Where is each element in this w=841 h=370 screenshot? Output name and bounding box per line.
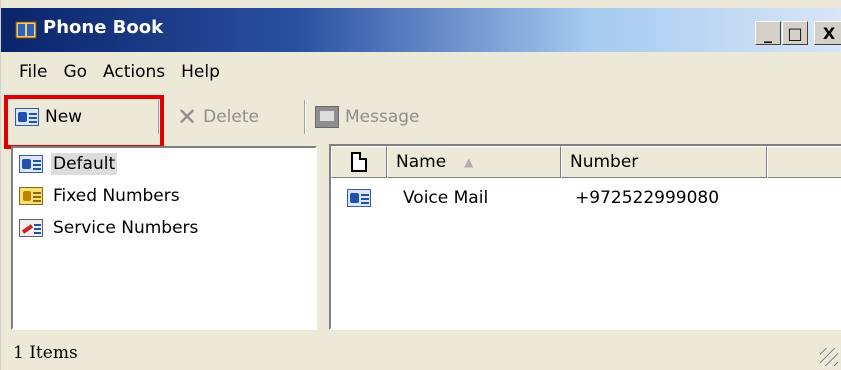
row-number: +972522999080 <box>575 188 720 208</box>
delete-button-label: Delete <box>203 107 259 127</box>
message-button-label: Message <box>345 107 420 127</box>
status-text: 1 Items <box>13 343 78 363</box>
folder-item-service-numbers[interactable]: Service Numbers <box>13 212 315 244</box>
lock-card-icon <box>19 187 43 205</box>
status-bar: 1 Items <box>1 336 841 370</box>
resize-grip-icon[interactable] <box>820 348 838 366</box>
minimize-button[interactable]: _ <box>755 21 781 45</box>
menu-go[interactable]: Go <box>57 60 93 84</box>
window-title: Phone Book <box>43 17 164 38</box>
folder-item-fixed-numbers[interactable]: Fixed Numbers <box>13 180 315 212</box>
close-icon: X <box>822 23 836 43</box>
contact-card-icon <box>19 155 43 173</box>
delete-x-icon: ✕ <box>177 103 198 131</box>
column-name-label: Name <box>396 152 447 172</box>
phonebook-icon <box>15 19 37 41</box>
column-header-icon[interactable] <box>331 146 387 178</box>
title-bar[interactable]: Phone Book _ □ X <box>1 8 841 52</box>
folder-label: Default <box>51 153 118 175</box>
menu-help[interactable]: Help <box>175 60 226 84</box>
phone-book-window: Phone Book _ □ X File Go Actions Help Ne… <box>0 0 841 370</box>
toolbar-separator <box>304 100 306 134</box>
close-button[interactable]: X <box>814 21 841 45</box>
new-button-highlight <box>4 95 164 149</box>
message-icon <box>315 106 339 128</box>
service-card-icon <box>19 219 43 237</box>
sort-ascending-icon: ▲ <box>464 155 474 169</box>
folder-label: Service Numbers <box>53 218 199 238</box>
column-header-filler <box>767 146 841 178</box>
contacts-list[interactable]: Name ▲ Number Voice Mail +972522999080 <box>329 144 841 330</box>
table-row[interactable]: Voice Mail +972522999080 <box>331 182 841 214</box>
column-header-number[interactable]: Number <box>561 146 767 178</box>
maximize-button[interactable]: □ <box>782 21 808 45</box>
column-number-label: Number <box>570 152 639 172</box>
maximize-icon: □ <box>787 23 803 43</box>
message-button[interactable]: Message <box>315 100 420 134</box>
document-icon <box>351 152 367 172</box>
contact-card-icon <box>347 189 371 207</box>
row-name: Voice Mail <box>403 188 489 208</box>
folder-label: Fixed Numbers <box>53 186 180 206</box>
minimize-icon: _ <box>764 23 772 43</box>
menu-file[interactable]: File <box>13 60 53 84</box>
menu-actions[interactable]: Actions <box>97 60 171 84</box>
column-header-name[interactable]: Name ▲ <box>387 146 561 178</box>
row-icon-cell <box>331 189 387 207</box>
folder-item-default[interactable]: Default <box>13 148 315 180</box>
delete-button[interactable]: ✕ Delete <box>177 100 259 134</box>
menu-bar: File Go Actions Help <box>1 54 226 90</box>
folder-tree[interactable]: Default Fixed Numbers Service Numbers <box>11 146 317 330</box>
column-header: Name ▲ Number <box>331 146 841 178</box>
